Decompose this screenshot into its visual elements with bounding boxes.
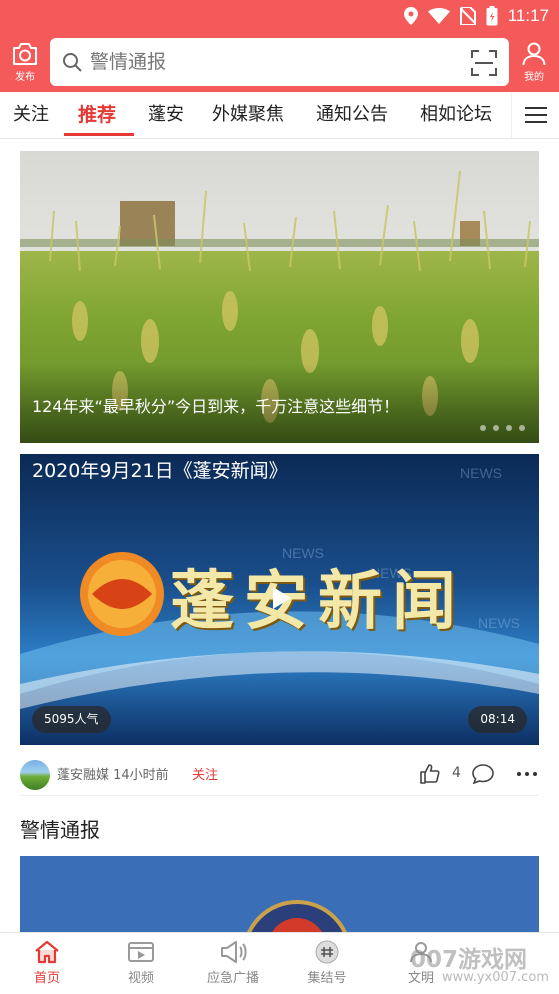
scan-icon[interactable] xyxy=(471,50,497,76)
more-options-icon[interactable] xyxy=(517,764,539,782)
broadcast-icon xyxy=(221,941,247,963)
camera-icon xyxy=(13,43,37,65)
nav-emergency-broadcast-label: 应急广播 xyxy=(206,971,259,986)
tab-xiangru-forum[interactable]: 相如论坛 xyxy=(420,92,492,138)
category-tabs: 关注 推荐 蓬安 外媒聚焦 通知公告 相如论坛 xyxy=(0,92,559,139)
video-card[interactable]: NEWS NEWS NEWS NEWS 2020年9月21日《蓬安新闻》 蓬安新闻 5… xyxy=(20,454,539,745)
like-icon[interactable] xyxy=(420,764,440,784)
avatar[interactable] xyxy=(20,760,50,790)
tab-notices[interactable]: 通知公告 xyxy=(316,92,388,138)
police-badge-icon xyxy=(242,900,352,936)
mine-label: 我的 xyxy=(524,72,544,83)
carousel-dot[interactable] xyxy=(519,425,525,431)
status-icons: 11:17 xyxy=(403,5,549,27)
rally-icon xyxy=(315,940,339,964)
carousel-dot[interactable] xyxy=(506,425,512,431)
source-and-time: 蓬安融媒 14小时前 xyxy=(57,768,169,783)
user-icon xyxy=(522,42,546,66)
search-icon xyxy=(63,53,82,72)
nav-home-label: 首页 xyxy=(33,971,60,986)
nav-video-label: 视频 xyxy=(127,971,154,986)
view-count-badge: 5095人气 xyxy=(32,706,111,733)
search-input[interactable] xyxy=(90,38,450,86)
like-count: 4 xyxy=(452,765,461,781)
video-icon xyxy=(128,942,154,962)
app-header: 发布 我的 xyxy=(0,32,559,92)
nav-emergency-broadcast[interactable]: 应急广播 xyxy=(186,933,280,994)
tab-pengan[interactable]: 蓬安 xyxy=(148,92,184,138)
home-icon xyxy=(35,940,59,964)
status-time: 11:17 xyxy=(507,6,549,25)
video-logo-text: 蓬安新闻 xyxy=(170,564,466,639)
wifi-icon xyxy=(427,8,450,24)
play-icon[interactable] xyxy=(260,578,300,618)
featured-banner[interactable]: 124年来“最早秋分”今日到来，千万注意这些细节！ xyxy=(20,151,539,443)
police-report-image[interactable] xyxy=(20,856,539,936)
battery-icon xyxy=(486,6,498,26)
tab-follow[interactable]: 关注 xyxy=(13,92,49,138)
no-sim-icon xyxy=(459,7,476,25)
publish-button[interactable]: 发布 xyxy=(5,38,45,86)
site-watermark: 007游戏网 www.yx007.com xyxy=(410,940,559,994)
svg-text:NEWS: NEWS xyxy=(460,465,502,481)
tab-foreign-media[interactable]: 外媒聚焦 xyxy=(212,92,284,138)
video-title: 2020年9月21日《蓬安新闻》 xyxy=(32,460,288,482)
video-meta-row: 蓬安融媒 14小时前 关注 4 xyxy=(20,756,539,796)
carousel-indicator xyxy=(480,425,525,431)
watermark-url: www.yx007.com xyxy=(442,970,549,985)
status-bar: 11:17 xyxy=(0,0,559,32)
location-icon xyxy=(403,7,418,25)
banner-caption: 124年来“最早秋分”今日到来，千万注意这些细节！ xyxy=(32,397,400,416)
nav-rally[interactable]: 集结号 xyxy=(280,933,374,994)
search-bar[interactable] xyxy=(50,38,509,86)
tab-recommended[interactable]: 推荐 xyxy=(78,92,116,138)
nav-home[interactable]: 首页 xyxy=(0,933,94,994)
follow-button[interactable]: 关注 xyxy=(192,764,218,783)
carousel-dot[interactable] xyxy=(493,425,499,431)
publish-label: 发布 xyxy=(15,72,35,83)
section-title: 警情通报 xyxy=(20,818,100,842)
channel-menu-button[interactable] xyxy=(511,92,559,138)
duration-badge: 08:14 xyxy=(468,706,527,733)
active-tab-indicator xyxy=(64,133,134,136)
nav-rally-label: 集结号 xyxy=(307,971,347,986)
carousel-dot[interactable] xyxy=(480,425,486,431)
nav-video[interactable]: 视频 xyxy=(94,933,188,994)
svg-text:NEWS: NEWS xyxy=(478,615,520,631)
comment-icon[interactable] xyxy=(472,764,494,784)
mine-button[interactable]: 我的 xyxy=(514,38,554,86)
